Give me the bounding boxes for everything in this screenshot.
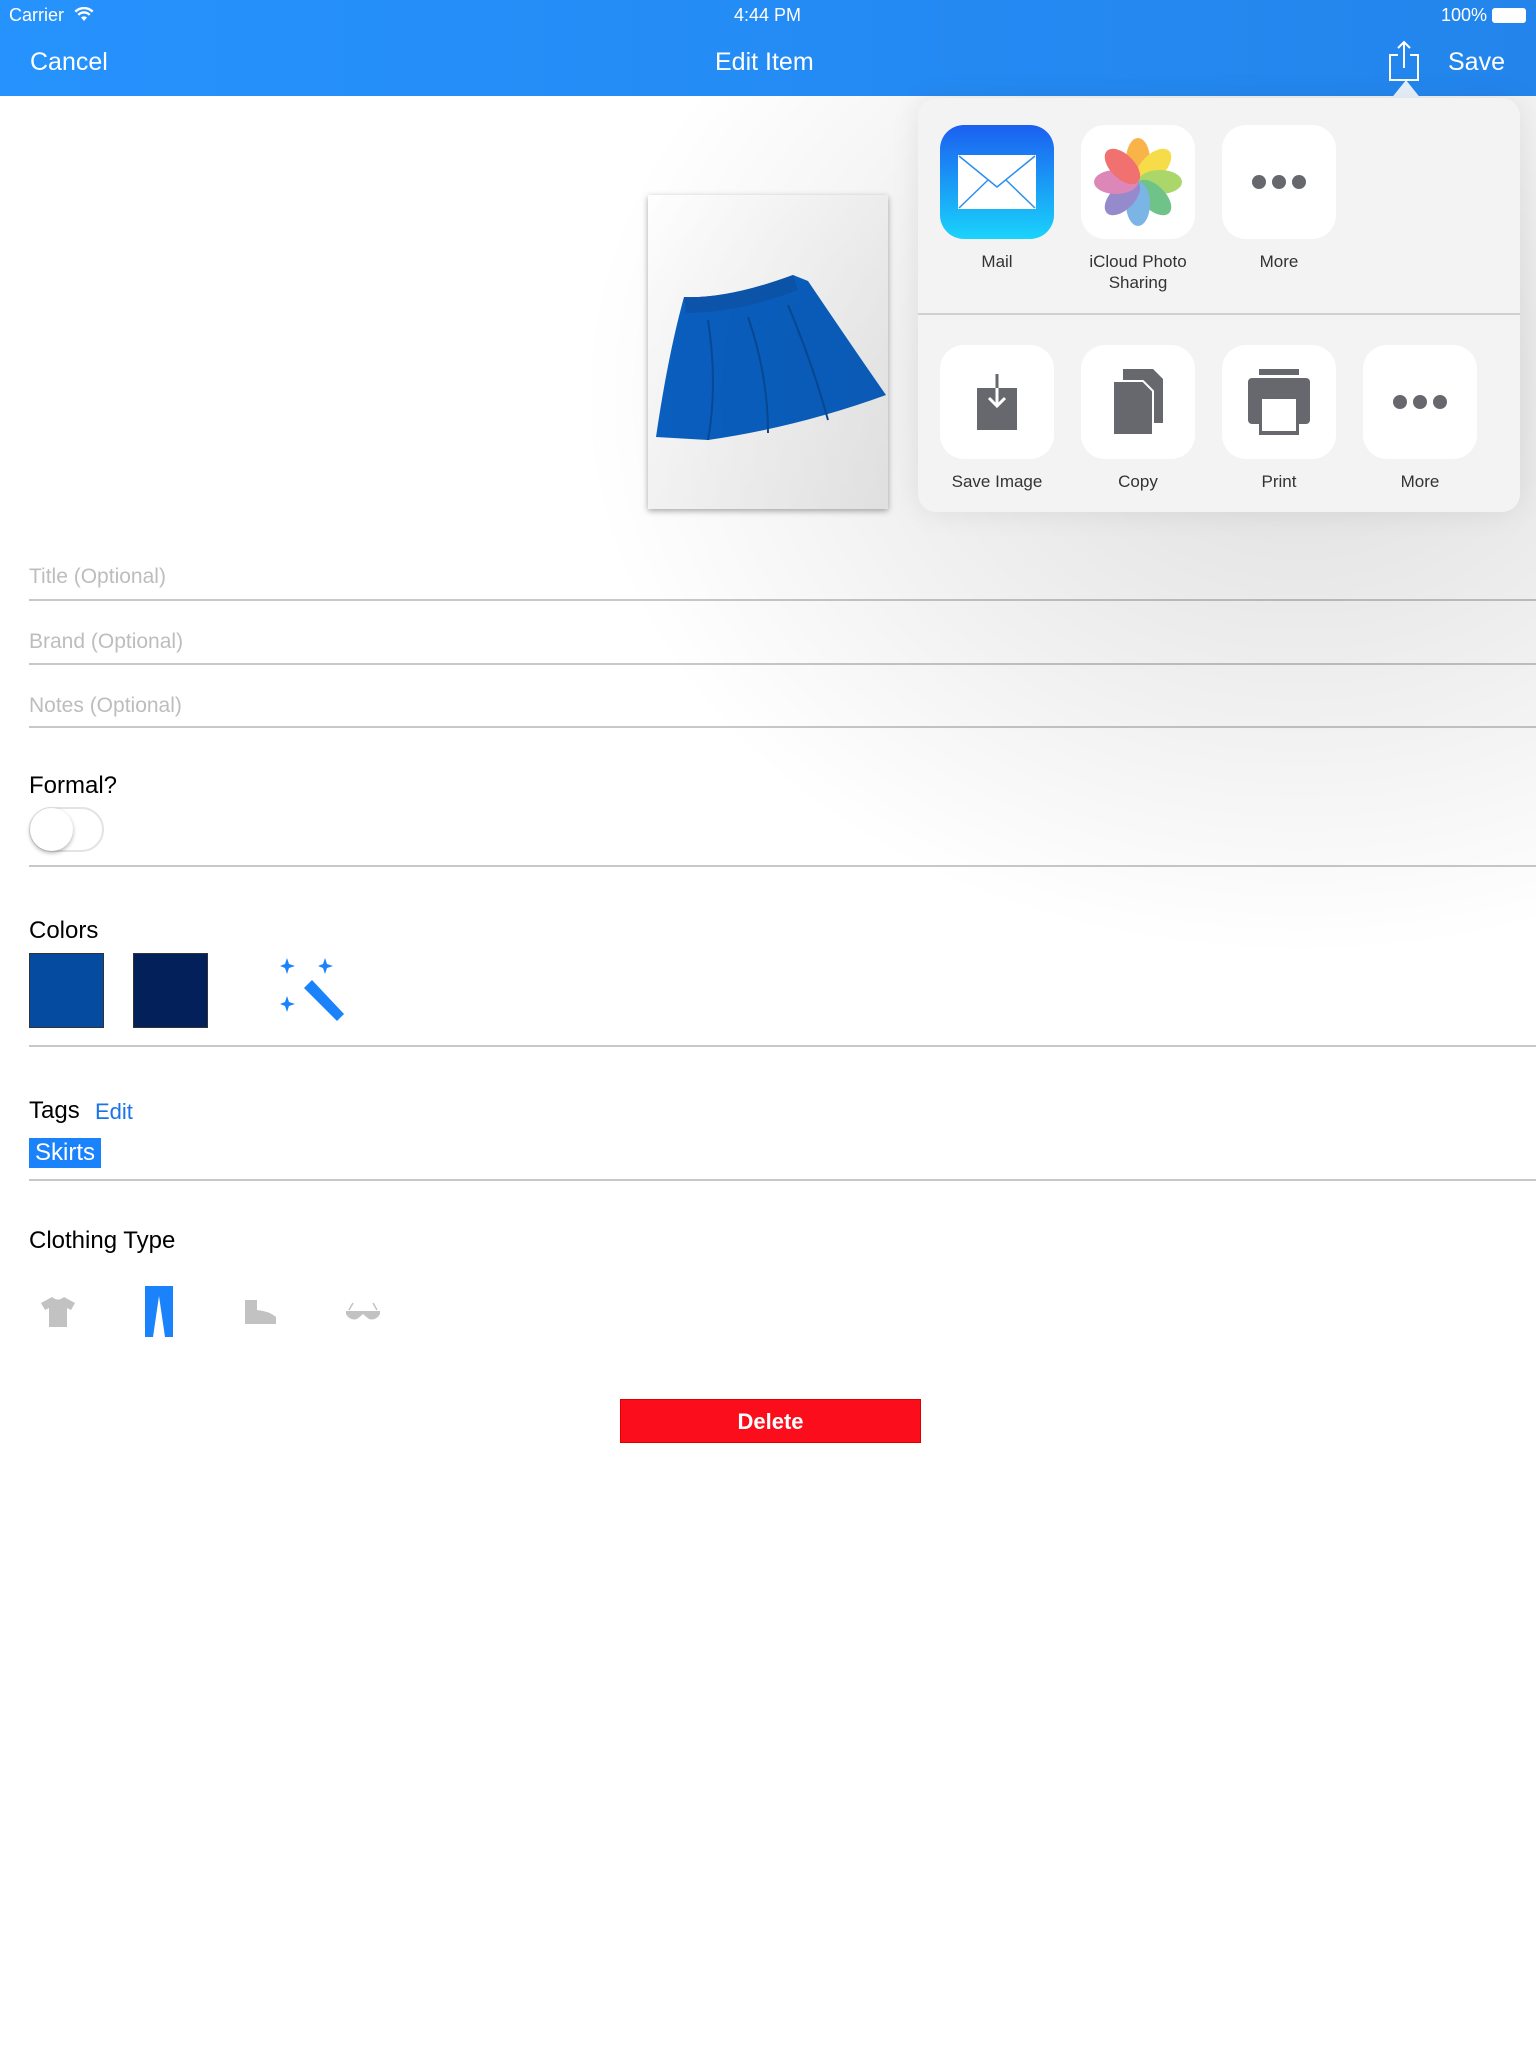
share-app-mail[interactable]: Mail bbox=[940, 125, 1054, 272]
share-app-label: iCloud Photo Sharing bbox=[1089, 252, 1187, 292]
sunglasses-icon bbox=[346, 1302, 380, 1320]
share-app-icloud-photo-sharing[interactable]: iCloud Photo Sharing bbox=[1081, 125, 1195, 293]
share-action-print[interactable]: Print bbox=[1222, 345, 1336, 492]
share-action-label: Save Image bbox=[951, 472, 1043, 491]
divider bbox=[918, 313, 1520, 315]
carrier-label: Carrier bbox=[9, 5, 65, 25]
share-icon[interactable] bbox=[1388, 40, 1420, 82]
skirt-image bbox=[656, 275, 886, 441]
magic-wand-icon[interactable] bbox=[280, 958, 346, 1024]
item-photo[interactable] bbox=[648, 195, 888, 509]
share-app-label: Mail bbox=[981, 252, 1013, 271]
navigation-bar: Carrier 4:44 PM 100% Cancel Edit Item Sa… bbox=[0, 0, 1536, 96]
share-action-more[interactable]: More bbox=[1363, 345, 1477, 492]
clothing-type-shoes[interactable] bbox=[236, 1286, 286, 1338]
color-swatch[interactable] bbox=[29, 953, 104, 1028]
share-action-label: Copy bbox=[1118, 472, 1158, 491]
battery-icon bbox=[1492, 8, 1526, 23]
more-icon bbox=[1222, 125, 1336, 239]
divider bbox=[29, 865, 1536, 867]
tag-chip[interactable]: Skirts bbox=[29, 1138, 101, 1168]
divider bbox=[29, 599, 1536, 601]
clothing-type-label: Clothing Type bbox=[29, 1227, 176, 1254]
more-icon bbox=[1363, 345, 1477, 459]
save-button[interactable]: Save bbox=[1448, 48, 1505, 77]
color-swatch[interactable] bbox=[133, 953, 208, 1028]
formal-label: Formal? bbox=[29, 772, 118, 799]
share-action-label: Print bbox=[1261, 472, 1297, 491]
share-sheet-popover: Mail iCloud Photo Sharing More Save Imag… bbox=[918, 98, 1520, 512]
shirt-icon bbox=[41, 1297, 75, 1327]
colors-label: Colors bbox=[29, 917, 99, 944]
clothing-type-top[interactable] bbox=[33, 1286, 83, 1338]
share-app-more[interactable]: More bbox=[1222, 125, 1336, 272]
divider bbox=[29, 663, 1536, 665]
toggle-knob bbox=[30, 808, 73, 851]
tags-edit-button[interactable]: Edit bbox=[95, 1099, 133, 1125]
share-action-save-image[interactable]: Save Image bbox=[940, 345, 1054, 492]
photos-icon bbox=[1081, 125, 1195, 239]
divider bbox=[29, 726, 1536, 728]
divider bbox=[29, 1045, 1536, 1047]
clothing-type-bottom[interactable] bbox=[134, 1286, 184, 1338]
title-input[interactable]: Title (Optional) bbox=[29, 565, 166, 589]
divider bbox=[29, 1179, 1536, 1181]
cancel-button[interactable]: Cancel bbox=[30, 48, 108, 77]
share-app-label: More bbox=[1259, 252, 1299, 271]
notes-input[interactable]: Notes (Optional) bbox=[29, 694, 182, 718]
tags-label: Tags bbox=[29, 1097, 80, 1124]
wifi-icon bbox=[74, 7, 94, 21]
clothing-type-accessories[interactable] bbox=[338, 1286, 388, 1338]
formal-toggle[interactable] bbox=[29, 807, 104, 852]
pants-icon bbox=[145, 1286, 173, 1337]
clock: 4:44 PM bbox=[734, 5, 802, 25]
boot-icon bbox=[245, 1300, 276, 1324]
page-title: Edit Item bbox=[715, 48, 814, 76]
save-image-icon bbox=[940, 345, 1054, 459]
share-action-label: More bbox=[1400, 472, 1440, 491]
popover-arrow bbox=[1390, 80, 1422, 100]
mail-icon bbox=[940, 125, 1054, 239]
battery-percent: 100% bbox=[1441, 5, 1488, 25]
copy-icon bbox=[1081, 345, 1195, 459]
delete-button[interactable]: Delete bbox=[620, 1399, 921, 1443]
brand-input[interactable]: Brand (Optional) bbox=[29, 630, 183, 654]
share-action-copy[interactable]: Copy bbox=[1081, 345, 1195, 492]
print-icon bbox=[1222, 345, 1336, 459]
